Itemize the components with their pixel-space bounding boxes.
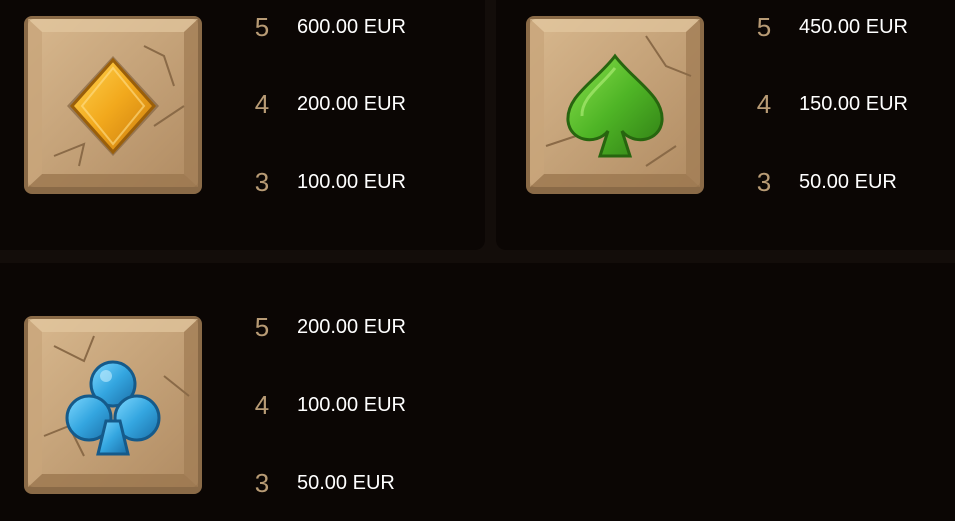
green-spade-icon bbox=[526, 16, 704, 194]
payout-amount: 100.00 EUR bbox=[297, 171, 406, 193]
payout-count: 5 bbox=[254, 12, 270, 42]
payout-amount: 600.00 EUR bbox=[297, 16, 406, 38]
payout-amount: 200.00 EUR bbox=[297, 93, 406, 115]
payout-count: 3 bbox=[254, 167, 270, 197]
payout-amount: 450.00 EUR bbox=[799, 16, 908, 38]
payout-amount: 150.00 EUR bbox=[799, 93, 908, 115]
payout-count: 3 bbox=[756, 167, 772, 197]
payout-count: 3 bbox=[254, 468, 270, 498]
payout-amount: 200.00 EUR bbox=[297, 316, 406, 338]
payout-count: 5 bbox=[756, 12, 772, 42]
payout-amount: 50.00 EUR bbox=[297, 472, 395, 494]
paytable-screen: 5 600.00 EUR 4 200.00 EUR 3 100.00 EUR 5… bbox=[0, 0, 955, 521]
payout-amount: 50.00 EUR bbox=[799, 171, 897, 193]
payout-count: 4 bbox=[756, 89, 772, 119]
yellow-diamond-icon bbox=[24, 16, 202, 194]
payout-count: 4 bbox=[254, 89, 270, 119]
payout-amount: 100.00 EUR bbox=[297, 394, 406, 416]
payout-count: 5 bbox=[254, 312, 270, 342]
blue-club-icon bbox=[24, 316, 202, 494]
payout-count: 4 bbox=[254, 390, 270, 420]
